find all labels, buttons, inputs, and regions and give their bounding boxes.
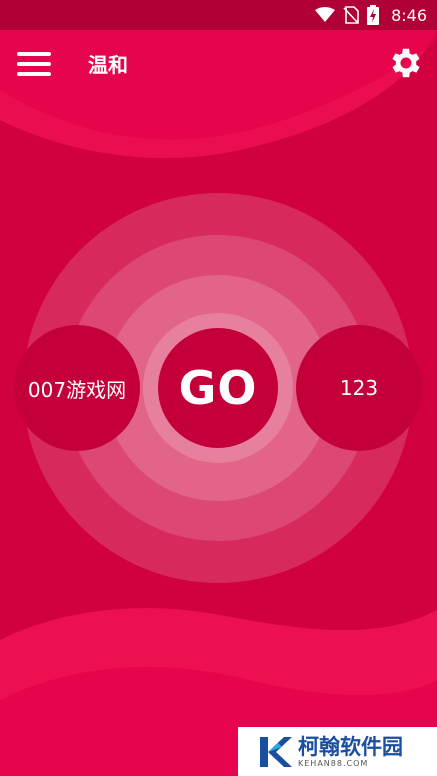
watermark: 柯翰软件园 KEHAN88.COM <box>238 727 437 776</box>
go-label: GO <box>178 361 258 415</box>
device-right-label: 123 <box>339 376 379 400</box>
wifi-icon <box>315 7 336 22</box>
status-bar: 8:46 <box>0 0 437 30</box>
watermark-title: 柯翰软件园 <box>298 735 403 759</box>
device-left-button[interactable]: 007游戏网 <box>14 325 140 451</box>
battery-charging-icon <box>367 5 380 25</box>
status-time: 8:46 <box>391 5 427 25</box>
go-button[interactable]: GO <box>158 328 278 448</box>
device-right-button[interactable]: 123 <box>296 325 422 451</box>
app-bar: 温和 <box>0 30 437 96</box>
watermark-subtitle: KEHAN88.COM <box>298 759 369 768</box>
gear-icon[interactable] <box>387 44 425 82</box>
k-logo-icon <box>260 736 292 767</box>
hamburger-menu-icon[interactable] <box>17 52 51 76</box>
page-title: 温和 <box>88 53 128 77</box>
no-sim-icon <box>343 6 359 24</box>
device-left-label: 007游戏网 <box>27 377 127 402</box>
